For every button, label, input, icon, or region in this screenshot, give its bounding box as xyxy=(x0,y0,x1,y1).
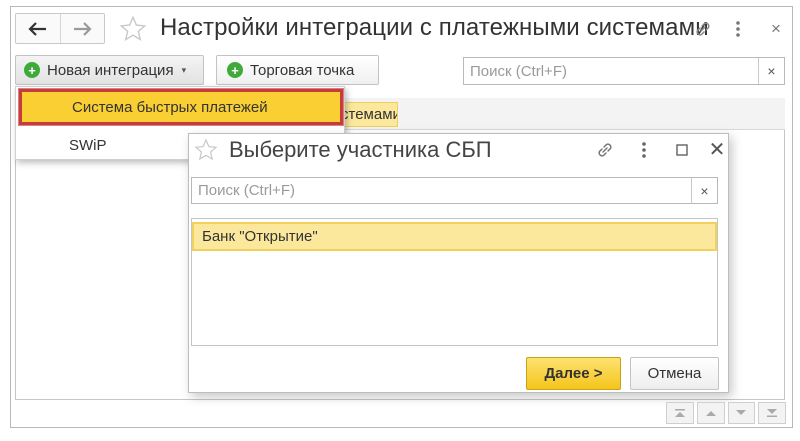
main-search: × xyxy=(463,57,785,85)
dialog-more-button[interactable] xyxy=(634,138,654,162)
prev-page-icon xyxy=(705,411,716,416)
table-cell-highlighted[interactable]: стемами xyxy=(336,102,398,127)
first-page-icon xyxy=(674,409,685,417)
close-icon: × xyxy=(771,19,781,38)
star-icon xyxy=(119,15,147,41)
back-button[interactable] xyxy=(16,14,60,43)
dialog-search-clear-button[interactable]: × xyxy=(691,178,717,203)
last-page-icon xyxy=(767,409,778,417)
next-page-button[interactable] xyxy=(727,402,756,424)
forward-arrow-icon xyxy=(74,21,92,36)
dialog-title: Выберите участника СБП xyxy=(229,137,492,162)
window-title: Настройки интеграции с платежными систем… xyxy=(160,14,709,41)
first-page-button[interactable] xyxy=(666,402,694,424)
navigation-buttons xyxy=(15,13,105,44)
cancel-button[interactable]: Отмена xyxy=(630,357,719,390)
dialog-search: × xyxy=(191,177,718,204)
next-page-icon xyxy=(736,410,747,415)
back-arrow-icon xyxy=(28,21,46,36)
search-input[interactable] xyxy=(464,58,758,84)
dialog-close-button[interactable]: ✕ xyxy=(706,137,728,161)
maximize-icon xyxy=(676,144,688,156)
last-page-button[interactable] xyxy=(758,402,786,424)
dialog-favorite-button[interactable] xyxy=(193,137,219,163)
forward-button[interactable] xyxy=(59,14,105,43)
table-pager xyxy=(666,402,786,424)
dialog-maximize-button[interactable] xyxy=(672,138,692,162)
trade-point-button[interactable]: + Торговая точка xyxy=(216,55,379,85)
new-integration-button[interactable]: + Новая интеграция ▾ xyxy=(15,55,204,85)
link-button[interactable] xyxy=(690,16,716,42)
more-button[interactable] xyxy=(728,16,748,42)
star-icon xyxy=(194,138,218,161)
next-button[interactable]: Далее > xyxy=(526,357,621,390)
menu-item-sbp[interactable]: Система быстрых платежей xyxy=(19,89,343,125)
more-vertical-icon xyxy=(736,21,740,37)
trade-point-label: Торговая точка xyxy=(250,61,355,79)
link-icon xyxy=(598,143,612,157)
more-vertical-icon xyxy=(642,142,646,158)
close-window-button[interactable]: × xyxy=(766,16,786,42)
plus-circle-icon: + xyxy=(227,62,243,78)
prev-page-button[interactable] xyxy=(696,402,725,424)
dropdown-caret-icon: ▾ xyxy=(181,64,187,75)
favorite-star-button[interactable] xyxy=(118,14,148,44)
link-icon xyxy=(696,22,710,36)
search-clear-button[interactable]: × xyxy=(758,58,784,84)
dialog-link-button[interactable] xyxy=(593,138,617,162)
plus-circle-icon: + xyxy=(24,62,40,78)
close-icon: ✕ xyxy=(708,138,726,161)
new-integration-label: Новая интеграция xyxy=(47,61,174,79)
list-item[interactable]: Банк "Открытие" xyxy=(192,222,717,251)
dialog-search-input[interactable] xyxy=(192,178,691,203)
